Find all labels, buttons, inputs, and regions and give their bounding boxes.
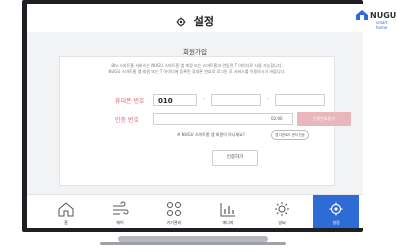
nugu-logo-icon <box>356 10 368 20</box>
gear-icon <box>176 17 186 30</box>
request-code-button[interactable]: 인증번호받기 <box>297 112 351 126</box>
nav-item-devices[interactable]: 기기관리 <box>151 195 197 228</box>
nav-item-settings[interactable]: 설정 <box>313 195 359 228</box>
phone-prefix-field[interactable]: 010 <box>153 94 197 106</box>
nav-label: 에너지 <box>222 220 234 225</box>
tv-stand-base <box>100 242 286 245</box>
nugu-logo-text: NUGU <box>370 11 397 20</box>
nav-label: 에어 <box>116 220 124 225</box>
countdown-timer: 02:00 <box>271 116 283 121</box>
device-icon <box>167 202 181 216</box>
section-subtitle: 회원가입 <box>183 48 207 56</box>
nav-item-weather[interactable]: 날씨 <box>259 195 305 228</box>
nav-label: 홈 <box>64 220 68 225</box>
energy-icon <box>220 203 235 217</box>
nav-item-energy[interactable]: 에너지 <box>205 195 251 228</box>
nav-item-air[interactable]: 에어 <box>97 195 143 228</box>
nav-label: 기기관리 <box>166 220 182 225</box>
bottom-nav: 홈 에어 기기관리 에너지 날씨 설정 <box>27 194 363 228</box>
phone-last-field[interactable] <box>275 94 325 106</box>
phone-dash: - <box>267 95 270 102</box>
nav-label: 날씨 <box>278 220 286 225</box>
home-icon <box>58 202 74 217</box>
notice-line: NUGU 스마트홈 앱 회원 또는 T 아이디에 등록된 휴대폰 번호로 로그인… <box>108 69 286 74</box>
page-title: 설정 <box>193 15 215 28</box>
nugu-logo-subtext: smart home <box>376 20 388 30</box>
notice-text: Btv 스마트홈 서비스는 NUGU 스마트홈 앱 계정 또는 스마트홈과 연동… <box>68 63 326 75</box>
nav-item-home[interactable]: 홈 <box>43 195 89 228</box>
verify-button[interactable]: 인증하기 <box>212 150 258 166</box>
page-title-wrap: 설정 <box>27 13 363 30</box>
nav-label: 설정 <box>332 220 340 225</box>
code-label: 인증 번호 <box>115 117 139 124</box>
app-download-sms-button[interactable]: 앱 다운로드 문자 전송 <box>271 130 309 140</box>
tv-screen: 설정 회원가입 Btv 스마트홈 서비스는 NUGU 스마트홈 앱 계정 또는 … <box>27 4 363 228</box>
phone-label: 휴대폰 번호 <box>115 98 145 105</box>
settings-icon <box>329 202 343 216</box>
member-question: ※ NUGU 스마트홈 앱 회원이 아니세요? <box>177 132 245 137</box>
air-icon <box>113 201 129 215</box>
phone-middle-field[interactable] <box>211 94 261 106</box>
phone-dash: - <box>203 95 206 102</box>
weather-icon <box>275 202 289 216</box>
top-bar: 설정 <box>27 4 363 32</box>
